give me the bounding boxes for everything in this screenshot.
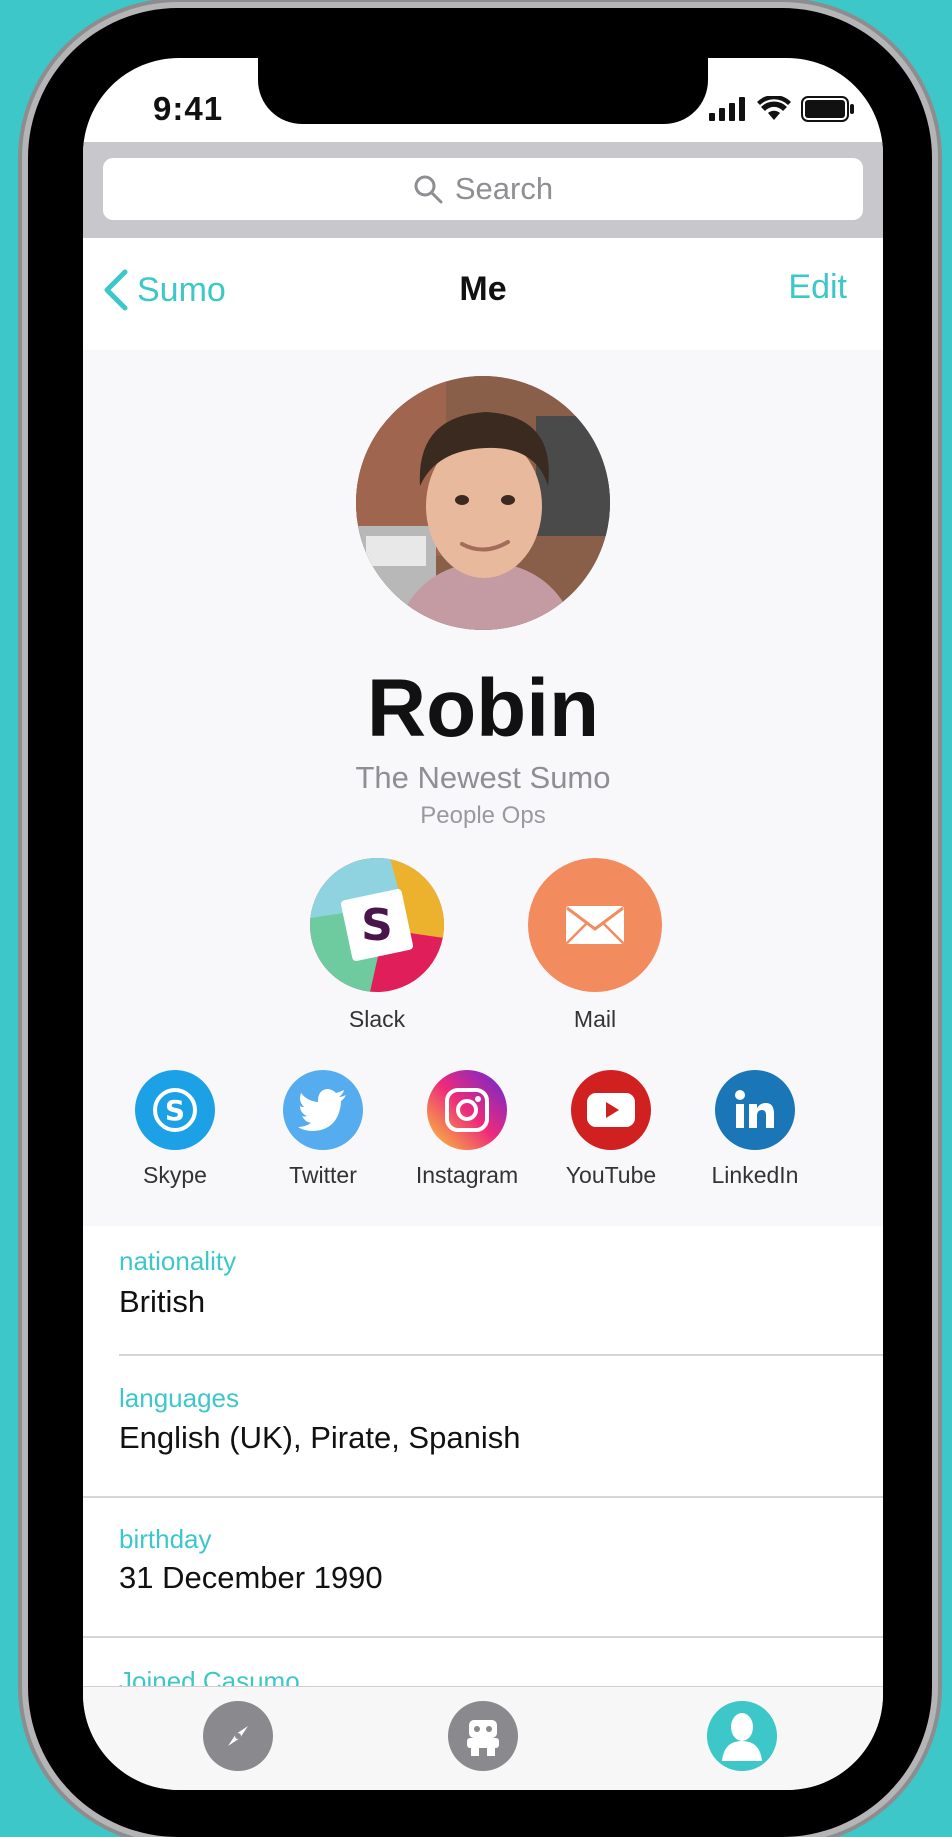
field-value: 31 December 1990	[119, 1560, 383, 1595]
chevron-left-icon	[104, 269, 128, 311]
search-bar: Search	[83, 142, 883, 238]
status-time: 9:41	[153, 90, 224, 127]
field-label: birthday	[119, 1524, 212, 1554]
linkedin-icon	[715, 1070, 795, 1150]
field-value: British	[119, 1284, 206, 1319]
avatar[interactable]	[356, 376, 610, 630]
battery-icon	[801, 96, 854, 122]
tab-sumos[interactable]	[448, 1701, 518, 1771]
navigation-bar: Me Sumo Edit	[83, 238, 883, 350]
list-item[interactable]: birthday 31 December 1990	[83, 1498, 883, 1636]
status-icons	[709, 96, 855, 122]
search-icon	[414, 175, 443, 204]
signal-icon	[709, 97, 745, 121]
search-input[interactable]: Search	[103, 158, 863, 220]
mail-button[interactable]: Mail	[528, 858, 662, 1033]
instagram-icon	[427, 1070, 507, 1150]
twitter-icon	[283, 1070, 363, 1150]
tab-explore[interactable]	[203, 1701, 273, 1771]
instagram-button[interactable]: Instagram	[397, 1070, 537, 1189]
skype-button[interactable]: S Skype	[105, 1070, 245, 1189]
notch	[258, 58, 708, 124]
list-item[interactable]: nationality British	[83, 1226, 883, 1356]
search-placeholder: Search	[454, 171, 554, 206]
tab-me[interactable]	[707, 1701, 777, 1771]
list-item[interactable]: languages English (UK), Pirate, Spanish	[83, 1356, 883, 1496]
linkedin-button[interactable]: LinkedIn	[685, 1070, 825, 1189]
field-value: English (UK), Pirate, Spanish	[119, 1420, 521, 1455]
skype-label: Skype	[143, 1162, 207, 1188]
list-item[interactable]: Joined Casumo	[83, 1638, 883, 1690]
field-label: languages	[119, 1383, 239, 1413]
skype-icon: S	[135, 1070, 215, 1150]
svg-text:S: S	[165, 1094, 185, 1127]
twitter-button[interactable]: Twitter	[253, 1070, 393, 1189]
slack-label: Slack	[348, 1006, 406, 1032]
slack-button[interactable]: S Slack	[310, 858, 444, 1033]
mail-icon	[528, 858, 662, 992]
profile-header: Robin The Newest Sumo People Ops S Slack	[83, 350, 883, 1228]
slack-icon: S	[310, 858, 444, 992]
mail-label: Mail	[573, 1006, 617, 1032]
profile-fields: nationality British languages English (U…	[83, 1226, 883, 1690]
phone-screen: 9:41 Search Me Sumo Edit Robin The Newes…	[83, 58, 883, 1790]
back-label: Sumo	[137, 270, 226, 309]
wifi-icon	[757, 96, 791, 120]
svg-text:S: S	[361, 900, 393, 951]
profile-title: The Newest Sumo	[355, 760, 611, 795]
profile-photo	[356, 376, 610, 630]
power-button	[932, 430, 942, 640]
twitter-label: Twitter	[289, 1162, 357, 1188]
back-button[interactable]: Sumo	[101, 268, 226, 312]
tab-bar	[83, 1686, 883, 1790]
edit-button[interactable]: Edit	[788, 268, 847, 307]
linkedin-label: LinkedIn	[711, 1162, 799, 1188]
profile-name: Robin	[366, 663, 600, 754]
youtube-label: YouTube	[565, 1162, 657, 1188]
profile-icon	[722, 1713, 762, 1761]
compass-icon	[228, 1726, 248, 1746]
profile-department: People Ops	[420, 802, 546, 829]
youtube-button[interactable]: YouTube	[541, 1070, 681, 1189]
robot-icon	[467, 1720, 499, 1756]
instagram-label: Instagram	[415, 1162, 519, 1188]
field-label: nationality	[119, 1246, 237, 1276]
youtube-icon	[571, 1070, 651, 1150]
